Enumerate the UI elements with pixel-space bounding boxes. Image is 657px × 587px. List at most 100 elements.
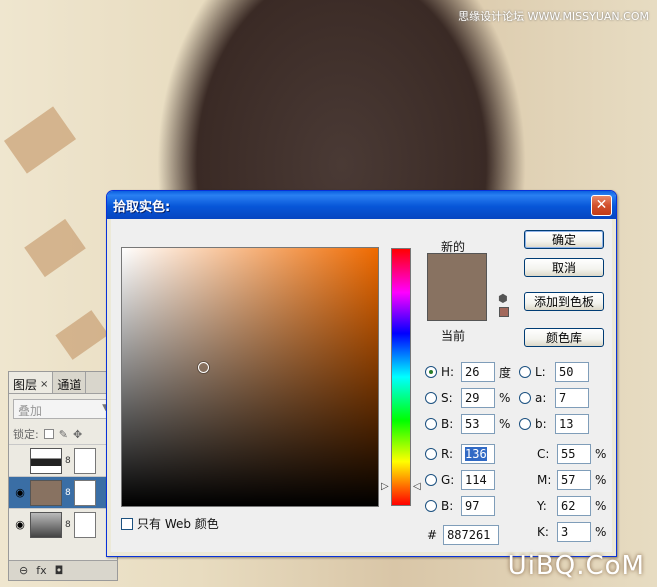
layers-panel: 图层 × 通道 叠加 ▼ 锁定: ✎ ✥ 8 ◉ 8 ◉ 8 ⊖ fx ◘ [8, 371, 118, 581]
saturation-brightness-field[interactable] [121, 247, 379, 507]
hue-slider[interactable] [391, 248, 411, 506]
dialog-title: 拾取实色: [113, 199, 171, 215]
watermark-bottom: UiBQ.CoM [507, 551, 645, 581]
blend-mode-value: 叠加 [18, 404, 43, 418]
layer-mask[interactable] [74, 479, 96, 506]
red-input-value: 136 [465, 447, 487, 461]
hex-label: # [427, 528, 438, 542]
lab-b-radio[interactable] [519, 418, 531, 430]
brightness-label: B: [441, 417, 454, 431]
layer-row[interactable]: 8 [9, 444, 117, 476]
lock-label: 锁定: [13, 428, 39, 441]
link-layers-icon[interactable]: ⊖ [19, 564, 28, 577]
yellow-input[interactable]: 62 [557, 496, 591, 516]
magenta-label: M: [537, 473, 552, 487]
web-only-checkbox[interactable] [121, 517, 133, 530]
black-row: K: 3 % [537, 522, 607, 542]
green-radio[interactable] [425, 474, 437, 486]
color-libraries-button[interactable]: 颜色库 [524, 328, 604, 347]
lab-a-row: a: 7 [519, 388, 589, 408]
color-cursor[interactable] [198, 362, 209, 373]
layer-mask[interactable] [74, 447, 96, 474]
eye-icon[interactable]: ◉ [13, 518, 27, 531]
close-icon[interactable]: × [40, 379, 48, 390]
watermark-top: 思缘设计论坛 WWW.MISSYUAN.COM [458, 10, 649, 23]
black-input[interactable]: 3 [557, 522, 591, 542]
tab-layers[interactable]: 图层 × [9, 372, 54, 393]
add-to-swatches-button[interactable]: 添加到色板 [524, 292, 604, 311]
lab-b-input[interactable]: 13 [555, 414, 589, 434]
current-color-label: 当前 [441, 329, 466, 343]
hue-slider-handle-right[interactable]: ◁ [413, 481, 421, 492]
black-label: K: [537, 525, 549, 539]
hue-row: H: 26 度 [425, 362, 511, 382]
saturation-radio[interactable] [425, 392, 437, 404]
blue-radio[interactable] [425, 500, 437, 512]
web-only-option[interactable]: 只有 Web 颜色 [121, 515, 219, 532]
brightness-radio[interactable] [425, 418, 437, 430]
cyan-row: C: 55 % [537, 444, 607, 464]
link-icon: 8 [65, 487, 71, 498]
close-button[interactable]: ✕ [591, 194, 612, 216]
saturation-unit: % [499, 391, 511, 405]
layer-mask[interactable] [74, 511, 96, 538]
brightness-input[interactable]: 53 [461, 414, 495, 434]
out-of-gamut-icon[interactable]: ⬢ [498, 292, 508, 305]
hue-label: H: [441, 365, 455, 379]
fx-icon[interactable]: fx [36, 564, 46, 577]
dialog-titlebar[interactable]: 拾取实色: ✕ [107, 191, 616, 219]
lab-l-radio[interactable] [519, 366, 531, 378]
blue-input[interactable]: 97 [461, 496, 495, 516]
brightness-row: B: 53 % [425, 414, 511, 434]
layer-thumbnail [30, 511, 62, 538]
green-row: G: 114 [425, 470, 495, 490]
blue-label: B: [441, 499, 454, 513]
color-picker-dialog: 拾取实色: ✕ ▷ ◁ 只有 Web 颜色 新的 当前 ⬢ 确定 取消 添加到色… [106, 190, 617, 557]
lab-a-radio[interactable] [519, 392, 531, 404]
magenta-row: M: 57 % [537, 470, 607, 490]
cancel-button[interactable]: 取消 [524, 258, 604, 277]
brightness-unit: % [499, 417, 511, 431]
add-mask-icon[interactable]: ◘ [55, 564, 64, 577]
yellow-label: Y: [537, 499, 547, 513]
lock-paint-icon[interactable]: ✎ [59, 428, 68, 441]
link-icon: 8 [65, 519, 71, 530]
lab-l-label: L: [535, 365, 546, 379]
magenta-unit: % [595, 473, 607, 487]
ok-button[interactable]: 确定 [524, 230, 604, 249]
red-input[interactable]: 136 [461, 444, 495, 464]
layer-row[interactable]: ◉ 8 [9, 508, 117, 540]
tab-channels[interactable]: 通道 [53, 372, 87, 393]
lock-row: 锁定: ✎ ✥ [9, 424, 117, 444]
hue-input[interactable]: 26 [461, 362, 495, 382]
lock-transparency-icon[interactable] [43, 429, 54, 439]
hue-radio[interactable] [425, 366, 437, 378]
hue-slider-handle-left[interactable]: ▷ [381, 481, 389, 492]
red-label: R: [441, 447, 454, 461]
lab-b-label: b: [535, 417, 547, 431]
blend-mode-select[interactable]: 叠加 ▼ [13, 399, 113, 419]
dialog-body: ▷ ◁ 只有 Web 颜色 新的 当前 ⬢ 确定 取消 添加到色板 颜色库 H:… [111, 219, 612, 552]
eye-icon[interactable]: ◉ [13, 486, 27, 499]
link-icon: 8 [65, 455, 71, 466]
hex-row: # 887261 [427, 525, 500, 545]
layer-row-selected[interactable]: ◉ 8 [9, 476, 117, 508]
cyan-input[interactable]: 55 [557, 444, 591, 464]
lock-move-icon[interactable]: ✥ [73, 428, 82, 441]
lab-l-row: L: 50 [519, 362, 589, 382]
red-radio[interactable] [425, 448, 437, 460]
green-input[interactable]: 114 [461, 470, 495, 490]
saturation-input[interactable]: 29 [461, 388, 495, 408]
saturation-row: S: 29 % [425, 388, 511, 408]
gamut-warning-swatch[interactable] [499, 307, 509, 317]
blue-row: B: 97 [425, 496, 495, 516]
lab-l-input[interactable]: 50 [555, 362, 589, 382]
lab-a-input[interactable]: 7 [555, 388, 589, 408]
yellow-unit: % [595, 499, 607, 513]
cyan-label: C: [537, 447, 550, 461]
magenta-input[interactable]: 57 [557, 470, 591, 490]
cyan-unit: % [595, 447, 607, 461]
layers-tabs: 图层 × 通道 [9, 372, 117, 394]
hex-input[interactable]: 887261 [443, 525, 500, 545]
yellow-row: Y: 62 % [537, 496, 607, 516]
